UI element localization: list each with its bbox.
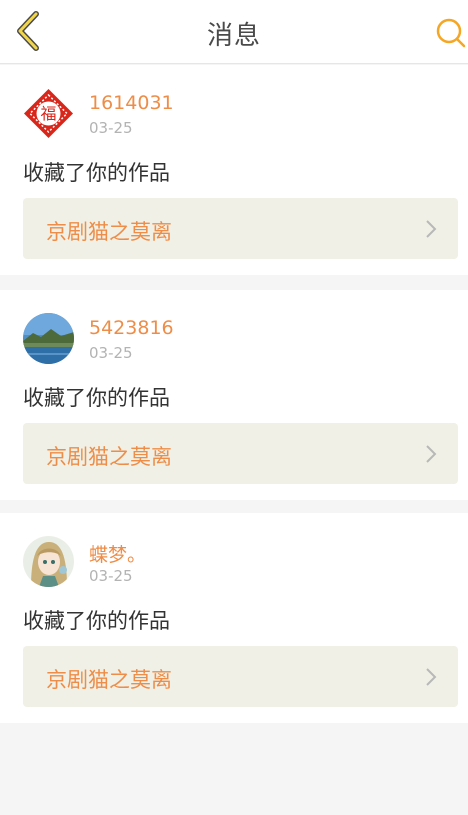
message-card: 5423816 03-25 收藏了你的作品 京剧猫之莫离 xyxy=(0,290,468,500)
username[interactable]: 1614031 xyxy=(89,92,174,114)
message-card: 福 1614031 03-25 收藏了你的作品 京剧猫之莫离 xyxy=(0,65,468,275)
work-title: 京剧猫之莫离 xyxy=(46,220,172,244)
message-text: 收藏了你的作品 xyxy=(23,386,170,410)
work-link[interactable]: 京剧猫之莫离 xyxy=(23,198,458,259)
search-icon xyxy=(436,18,466,48)
message-date: 03-25 xyxy=(89,344,133,362)
avatar[interactable] xyxy=(23,536,74,587)
username[interactable]: 蝶梦。 xyxy=(89,540,146,567)
work-title: 京剧猫之莫离 xyxy=(46,668,172,692)
svg-text:福: 福 xyxy=(40,104,56,123)
message-date: 03-25 xyxy=(89,567,133,585)
username[interactable]: 5423816 xyxy=(89,317,174,339)
chevron-right-icon xyxy=(426,445,437,463)
message-text: 收藏了你的作品 xyxy=(23,609,170,633)
anime-girl-illustration xyxy=(23,536,74,587)
chevron-right-icon xyxy=(426,220,437,238)
page-title: 消息 xyxy=(206,21,261,51)
chevron-right-icon xyxy=(426,668,437,686)
top-nav-bar: 消息 xyxy=(0,0,468,64)
work-link[interactable]: 京剧猫之莫离 xyxy=(23,646,458,707)
fu-character-icon: 福 xyxy=(23,88,74,139)
work-title: 京剧猫之莫离 xyxy=(46,445,172,469)
message-text: 收藏了你的作品 xyxy=(23,161,170,185)
avatar[interactable] xyxy=(23,313,74,364)
avatar[interactable]: 福 xyxy=(23,88,74,139)
message-date: 03-25 xyxy=(89,119,133,137)
work-link[interactable]: 京剧猫之莫离 xyxy=(23,423,458,484)
landscape-photo xyxy=(23,313,74,364)
search-button[interactable] xyxy=(432,14,468,50)
message-card: 蝶梦。 03-25 收藏了你的作品 京剧猫之莫离 xyxy=(0,513,468,723)
